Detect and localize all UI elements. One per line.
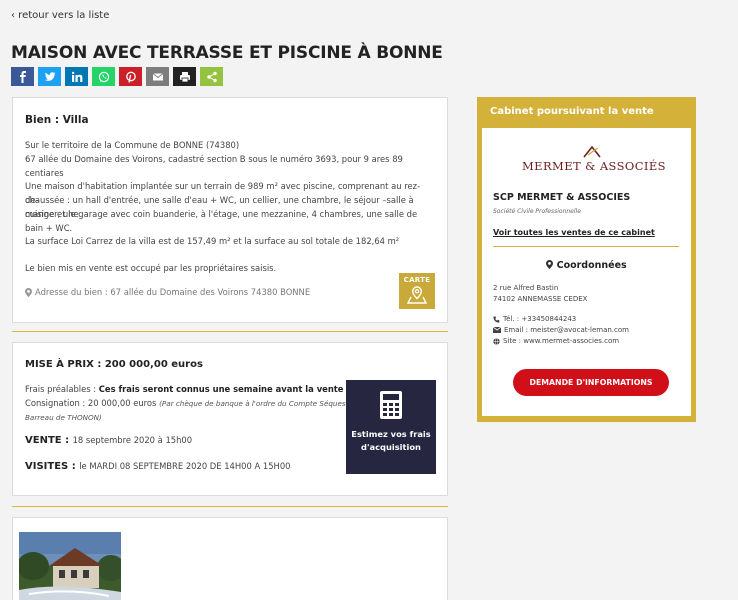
back-to-list-link[interactable]: ‹ retour vers la liste [11,10,109,21]
law-firm-panel-heading: Cabinet poursuivant la vente [490,106,654,117]
section-divider [12,331,448,332]
linkedin-icon [71,71,82,82]
phone-line[interactable]: Tél. : +33450844243 [493,315,576,323]
street-address: 2 rue Alfred Bastin [493,284,559,292]
visits-date: le MARDI 08 SEPTEMBRE 2020 DE 14H00 A 15… [79,461,291,471]
map-button-label: CARTE [403,276,431,284]
facebook-icon [19,70,26,83]
phone-icon [493,316,500,323]
estimate-fees-label-line: Estimez vos frais [351,429,431,439]
fees-line: Frais préalables : Ces frais seront conn… [25,384,344,394]
property-card: Bien : Villa Sur le territoire de la Com… [12,97,448,323]
twitter-share-button[interactable] [38,67,61,86]
fees-label: Frais préalables : [25,384,99,394]
linkedin-share-button[interactable] [65,67,88,86]
envelope-icon [152,72,163,80]
request-information-button[interactable]: DEMANDE D'INFORMATIONS [513,369,669,396]
email-line[interactable]: Email : meister@avocat-leman.com [493,326,629,334]
divider [493,246,679,247]
firm-logo-text: MERMET & ASSOCIÉS [522,159,666,173]
whatsapp-share-button[interactable] [92,67,115,86]
map-location-icon [406,286,428,304]
sale-label: VENTE : [25,435,73,446]
firm-name: SCP MERMET & ASSOCIES [493,192,631,203]
contact-heading-text: Coordonnées [556,260,627,271]
envelope-icon [493,327,501,333]
email-text: Email : meister@avocat-leman.com [504,326,629,334]
phone-text: Tél. : +33450844243 [503,315,577,323]
firm-logo-mark [583,145,601,158]
deposit-label: Consignation : 20 000,00 euros [25,398,160,408]
printer-icon [179,71,190,82]
share-bar [11,67,223,86]
deposit-note: (Par chèque de banque à l'ordre du Compt… [159,399,368,408]
deposit-line: Consignation : 20 000,00 euros (Par chèq… [25,398,367,408]
contact-heading: Coordonnées [482,260,691,271]
visits-label: VISITES : [25,461,80,472]
globe-icon [493,337,500,345]
photos-card [12,517,448,600]
section-divider [12,506,448,507]
deposit-note: Barreau de THONON) [25,413,102,422]
calculator-icon [380,391,402,419]
page-title: MAISON AVEC TERRASSE ET PISCINE À BONNE [11,43,443,63]
property-cadastre-line: 67 allée du Domaine des Voirons, cadastr… [25,154,403,178]
law-firm-panel: Cabinet poursuivant la vente MERMET & AS… [477,97,696,422]
firm-logo: MERMET & ASSOCIÉS [522,143,666,175]
property-surface-line: La surface Loi Carrez de la villa est de… [25,236,400,246]
property-location-line: Sur le territoire de la Commune de BONNE… [25,140,240,150]
deposit-line-continued: Barreau de THONON) [25,412,102,422]
print-button[interactable] [173,67,196,86]
email-share-button[interactable] [146,67,169,86]
pinterest-icon [125,71,136,83]
property-address: Adresse du bien : 67 allée du Domaine de… [25,287,310,297]
map-button[interactable]: CARTE [399,273,435,309]
estimate-fees-button[interactable]: Estimez vos frais d'acquisition [346,380,436,474]
map-pin-icon [546,260,554,269]
property-type-heading: Bien : Villa [25,114,89,126]
fees-value: Ces frais seront connus une semaine avan… [98,384,344,394]
website-line[interactable]: Site : www.mermet-associes.com [493,337,619,345]
law-firm-details: MERMET & ASSOCIÉS SCP MERMET & ASSOCIES … [482,128,691,416]
visits-line: VISITES : le MARDI 08 SEPTEMBRE 2020 DE … [25,461,290,472]
pinterest-share-button[interactable] [119,67,142,86]
website-text: Site : www.mermet-associes.com [503,337,620,345]
estimate-fees-label: Estimez vos frais d'acquisition [351,428,431,454]
property-address-text: Adresse du bien : 67 allée du Domaine de… [35,287,311,297]
estimate-fees-label-line: d'acquisition [361,442,421,452]
whatsapp-icon [98,71,109,82]
all-sales-link[interactable]: Voir toutes les ventes de ce cabinet [493,228,655,237]
property-occupancy-line: Le bien mis en vente est occupé par les … [25,263,277,273]
facebook-share-button[interactable] [11,67,34,86]
map-pin-icon [25,287,32,297]
share-button[interactable] [200,67,223,86]
house-photo-image [19,532,121,600]
share-icon [206,71,217,82]
sale-date: 18 septembre 2020 à 15h00 [72,435,193,445]
twitter-icon [44,71,55,81]
property-photo[interactable] [19,532,121,600]
starting-price: MISE À PRIX : 200 000,00 euros [25,359,203,370]
property-description-line: cuisine et le garage avec coin buanderie… [25,209,418,233]
sale-card: MISE À PRIX : 200 000,00 euros Frais pré… [12,342,448,496]
sale-date-line: VENTE : 18 septembre 2020 à 15h00 [25,435,192,446]
city-address: 74102 ANNEMASSE CEDEX [493,295,588,303]
firm-type: Société Civile Professionnelle [493,208,581,215]
